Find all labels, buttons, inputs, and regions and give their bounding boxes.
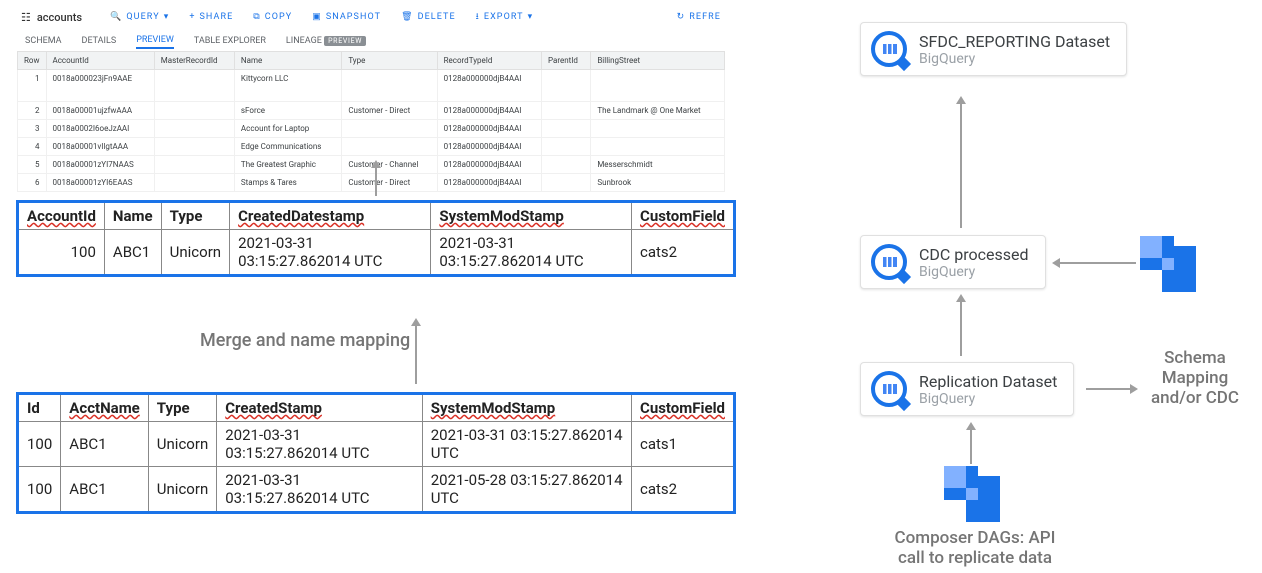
th-createdstamp: CreatedStamp [217, 394, 422, 422]
delete-icon: 🗑 [401, 12, 414, 22]
arrow-composer-to-repl [970, 424, 972, 464]
table-row: 100ABC1Unicorn2021-03-31 03:15:27.862014… [18, 422, 735, 467]
th-acctname: AcctName [61, 394, 149, 422]
table-title: ☷ accounts [21, 11, 82, 24]
col-accountid: AccountId [46, 52, 154, 70]
col-type: Type [342, 52, 437, 70]
mapped-table: AccountId Name Type CreatedDatestamp Sys… [16, 200, 736, 277]
arrow-composer-to-cdc [1054, 262, 1136, 264]
table-row: 40018a00001vIlgtAAAEdge Communications01… [18, 138, 725, 156]
col-parent: ParentId [541, 52, 590, 70]
preview-badge: PREVIEW [324, 36, 366, 46]
bq-data-grid: Row AccountId MasterRecordId Name Type R… [17, 51, 725, 192]
th-id: Id [18, 394, 61, 422]
table-row: 30018a0002I6oeJzAAIAccount for Laptop012… [18, 120, 725, 138]
composer-icon [1140, 236, 1196, 292]
th-type: Type [161, 202, 229, 230]
th-name: Name [104, 202, 161, 230]
tab-lineage[interactable]: LINEAGE PREVIEW [286, 34, 366, 48]
copy-button[interactable]: ⧉COPY [253, 9, 292, 25]
share-button[interactable]: +SHARE [189, 9, 233, 25]
col-row: Row [18, 52, 47, 70]
tab-schema[interactable]: SCHEMA [25, 34, 62, 48]
col-name: Name [234, 52, 341, 70]
refresh-icon: ↻ [677, 12, 686, 22]
snapshot-icon: ▣ [312, 12, 322, 22]
th-created: CreatedDatestamp [230, 202, 431, 230]
card-cdc-processed: CDC processed BigQuery [860, 235, 1046, 289]
merge-label: Merge and name mapping [200, 330, 410, 351]
tab-table-explorer[interactable]: TABLE EXPLORER [194, 34, 266, 48]
th-custom: CustomField [632, 394, 735, 422]
source-table: Id AcctName Type CreatedStamp SystemModS… [16, 392, 736, 514]
query-button[interactable]: 🔍QUERY ▾ [110, 9, 169, 25]
th-sysmod: SystemModStamp [422, 394, 631, 422]
bq-header: ☷ accounts 🔍QUERY ▾ +SHARE ⧉COPY ▣SNAPSH… [17, 9, 725, 29]
refresh-button[interactable]: ↻REFRE [677, 12, 721, 22]
tab-preview[interactable]: PREVIEW [136, 33, 174, 49]
th-custom: CustomField [632, 202, 735, 230]
card-subtitle: BigQuery [919, 51, 1110, 67]
arrow-repl-to-cdc [960, 296, 962, 356]
col-masterrecord: MasterRecordId [154, 52, 234, 70]
card-subtitle: BigQuery [919, 264, 1029, 280]
export-icon: ⭳ [476, 9, 480, 25]
table-icon: ☷ [21, 11, 31, 24]
arrow-cdc-to-sfdc [960, 98, 962, 228]
th-sysmod: SystemModStamp [431, 202, 632, 230]
copy-icon: ⧉ [253, 12, 261, 22]
card-title: Replication Dataset [919, 372, 1057, 391]
col-recordtype: RecordTypeId [437, 52, 541, 70]
th-accountid: AccountId [18, 202, 105, 230]
export-button[interactable]: ⭳EXPORT ▾ [476, 9, 534, 25]
search-icon: 🔍 [110, 12, 122, 22]
bigquery-icon [871, 244, 907, 280]
card-sfdc-reporting: SFDC_REPORTING Dataset BigQuery [860, 22, 1127, 76]
composer-icon [944, 466, 1000, 522]
arrow-source-to-mapped [415, 320, 417, 384]
table-name: accounts [37, 11, 82, 24]
share-icon: + [189, 12, 195, 22]
card-title: CDC processed [919, 245, 1029, 264]
delete-button[interactable]: 🗑DELETE [401, 9, 456, 25]
arrow-repl-to-schema [1086, 388, 1136, 390]
bigquery-icon [871, 31, 907, 67]
th-type: Type [148, 394, 216, 422]
table-row: 100 ABC1 Unicorn 2021-03-31 03:15:27.862… [18, 230, 735, 276]
arrow-mapped-to-bq [375, 162, 377, 196]
composer-dags-label: Composer DAGs: API call to replicate dat… [880, 528, 1070, 568]
bq-tabs: SCHEMA DETAILS PREVIEW TABLE EXPLORER LI… [17, 29, 725, 51]
table-row: 100ABC1Unicorn2021-03-31 03:15:27.862014… [18, 467, 735, 513]
tab-details[interactable]: DETAILS [82, 34, 117, 48]
schema-mapping-label: Schema Mapping and/or CDC [1140, 348, 1250, 408]
col-billing: BillingStreet [591, 52, 725, 70]
bq-action-bar: 🔍QUERY ▾ +SHARE ⧉COPY ▣SNAPSHOT 🗑DELETE … [110, 9, 533, 25]
card-title: SFDC_REPORTING Dataset [919, 32, 1110, 51]
card-subtitle: BigQuery [919, 391, 1057, 407]
snapshot-button[interactable]: ▣SNAPSHOT [312, 9, 381, 25]
bigquery-icon [871, 371, 907, 407]
card-replication-dataset: Replication Dataset BigQuery [860, 362, 1074, 416]
table-row: 20018a00001ujzfwAAAsForceCustomer - Dire… [18, 102, 725, 120]
table-row: 10018a000023jFn9AAEKittycorn LLC0128a000… [18, 70, 725, 102]
table-row: 60018a00001zYI6EAASStamps & TaresCustome… [18, 174, 725, 192]
